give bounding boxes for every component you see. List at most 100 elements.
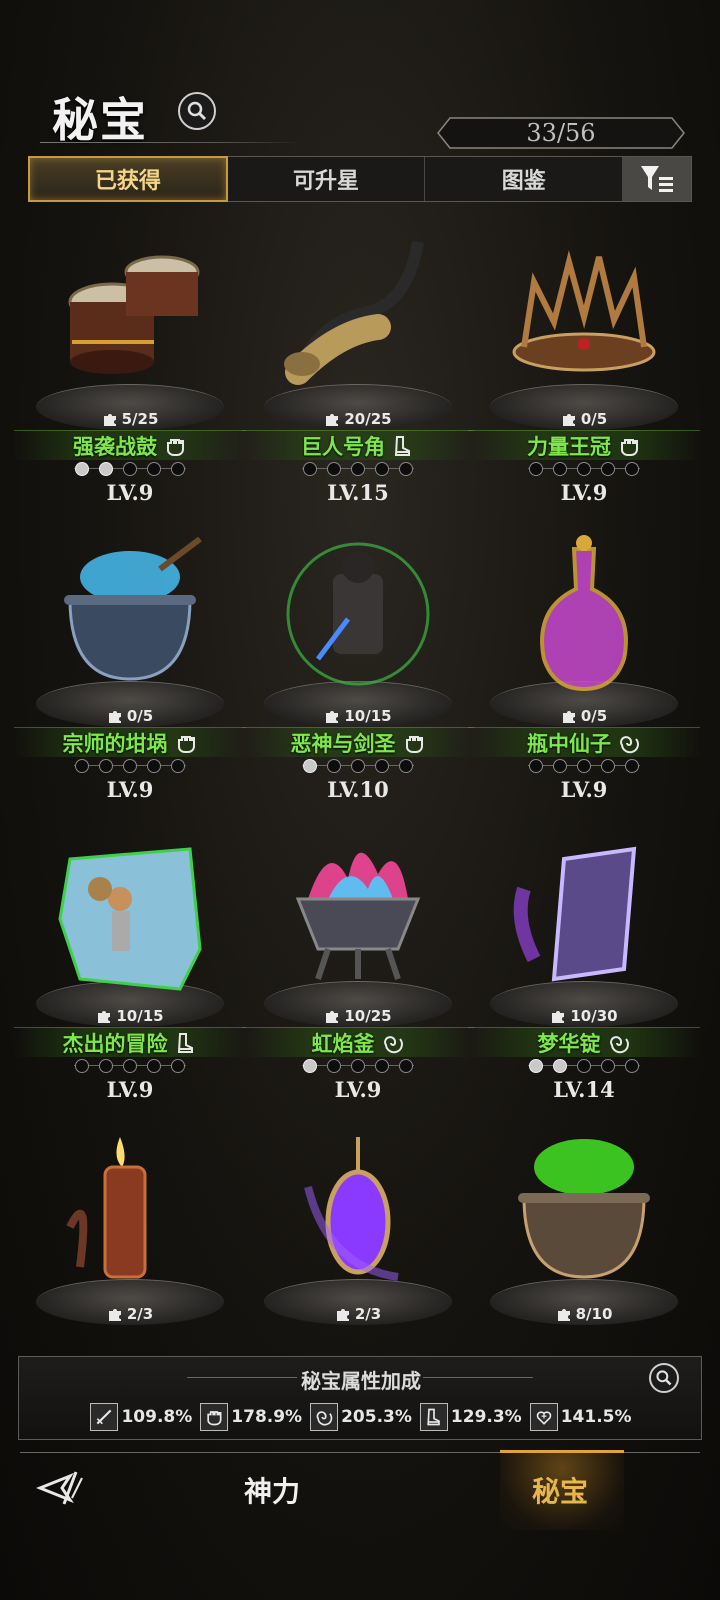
heart-icon <box>529 1403 558 1431</box>
tab-codex[interactable]: 图鉴 <box>425 157 624 201</box>
star-dot <box>625 1059 639 1073</box>
shard-text: 0/5 <box>580 707 608 725</box>
warrior-icon <box>278 529 438 699</box>
treasure-name-row: 力量王冠 <box>468 430 700 460</box>
tab-obtained[interactable]: 已获得 <box>28 156 228 202</box>
treasure-name: 梦华锭 <box>537 1031 601 1056</box>
star-dot <box>123 1059 137 1073</box>
treasure-name-row: 恶神与剑圣 <box>242 727 474 757</box>
nav-power[interactable]: 神力 <box>244 1470 300 1510</box>
back-button[interactable] <box>36 1466 92 1510</box>
bonus-stat: 205.3% <box>310 1403 412 1431</box>
treasure-name: 力量王冠 <box>527 434 611 459</box>
page-title: 秘宝 <box>52 93 148 147</box>
crown-icon <box>504 232 664 402</box>
star-dot <box>351 759 365 773</box>
bonus-stat-value: 109.8% <box>121 1407 193 1427</box>
treasure-name: 强袭战鼓 <box>73 434 157 459</box>
puzzle-piece-icon <box>557 1309 570 1321</box>
star-dot <box>351 1059 365 1073</box>
puzzle-piece-icon <box>336 1309 349 1321</box>
bonus-stat: 141.5% <box>529 1403 632 1431</box>
star-progress <box>14 1057 246 1075</box>
shard-count: 2/3 <box>14 1305 246 1323</box>
treasure-level: LV.14 <box>553 1077 615 1102</box>
boot-icon <box>174 1031 198 1055</box>
treasure-card[interactable]: 10/30 梦华锭 LV.14 <box>468 809 700 1109</box>
star-dot <box>327 462 341 476</box>
swirl-icon <box>310 1403 339 1431</box>
shard-count: 10/30 <box>468 1007 700 1025</box>
bonus-title: 秘宝属性加成 <box>301 1369 421 1393</box>
shard-text: 0/5 <box>126 707 154 725</box>
star-dot <box>351 462 365 476</box>
treasure-name-row: 杰出的冒险 <box>14 1027 246 1057</box>
treasure-name: 宗师的坩埚 <box>62 731 168 756</box>
treasure-name: 恶神与剑圣 <box>290 731 396 756</box>
star-dot <box>171 759 185 773</box>
star-dot <box>147 759 161 773</box>
treasure-card[interactable]: 0/5 宗师的坩埚 LV.9 <box>14 509 246 809</box>
shard-text: 0/5 <box>580 410 608 428</box>
shard-count: 10/25 <box>242 1007 474 1025</box>
star-dot <box>327 1059 341 1073</box>
treasure-card[interactable]: 20/25 巨人号角 LV.15 <box>242 212 474 512</box>
filter-button[interactable] <box>623 157 691 201</box>
fist-icon <box>402 731 426 755</box>
bonus-stat-value: 205.3% <box>341 1407 412 1427</box>
header: 秘宝 33/56 <box>0 0 720 150</box>
treasure-card[interactable]: 10/15 杰出的冒险 LV.9 <box>14 809 246 1109</box>
treasure-card[interactable]: 0/5 力量王冠 LV.9 <box>468 212 700 512</box>
search-button[interactable] <box>178 92 216 130</box>
treasure-card[interactable]: 10/25 虹焰釜 LV.9 <box>242 809 474 1109</box>
treasure-name-row: 巨人号角 <box>242 430 474 460</box>
star-dot <box>75 759 89 773</box>
search-icon <box>656 1370 672 1386</box>
bonus-stat: 178.9% <box>200 1403 302 1431</box>
treasure-name-row: 宗师的坩埚 <box>14 727 246 757</box>
fist-icon <box>200 1403 229 1431</box>
ingot-icon <box>504 829 664 999</box>
back-arrow-icon <box>36 1471 83 1505</box>
star-dot <box>529 462 543 476</box>
star-dot <box>399 759 413 773</box>
shard-text: 20/25 <box>344 410 392 428</box>
sword-icon <box>90 1403 119 1431</box>
lantern-icon <box>278 1127 438 1297</box>
star-dot <box>399 1059 413 1073</box>
treasure-card[interactable]: 0/5 瓶中仙子 LV.9 <box>468 509 700 809</box>
shard-text: 8/10 <box>575 1305 613 1323</box>
shard-count: 0/5 <box>468 707 700 725</box>
puzzle-piece-icon <box>326 1011 339 1023</box>
fist-icon <box>174 731 198 755</box>
shard-count: 0/5 <box>468 410 700 428</box>
treasure-level: LV.9 <box>106 1077 154 1102</box>
treasure-name: 虹焰釜 <box>311 1031 375 1056</box>
treasure-level: LV.9 <box>106 480 154 505</box>
shard-text: 2/3 <box>354 1305 382 1323</box>
star-dot <box>147 462 161 476</box>
star-progress <box>14 757 246 775</box>
divider <box>423 1377 533 1378</box>
star-dot <box>99 462 113 476</box>
tab-upgradable[interactable]: 可升星 <box>228 157 426 201</box>
cauldron-blue-icon <box>50 529 210 699</box>
star-dot <box>601 759 615 773</box>
treasure-card[interactable]: 5/25 强袭战鼓 LV.9 <box>14 212 246 512</box>
fist-icon <box>163 434 187 458</box>
star-dot <box>99 759 113 773</box>
treasure-card[interactable]: 10/15 恶神与剑圣 LV.10 <box>242 509 474 809</box>
treasure-name-row: 强袭战鼓 <box>14 430 246 460</box>
star-dot <box>171 1059 185 1073</box>
star-dot <box>625 759 639 773</box>
star-dot <box>553 1059 567 1073</box>
star-dot <box>375 759 389 773</box>
collection-counter: 33/56 <box>436 116 686 150</box>
star-dot <box>625 462 639 476</box>
nav-secret-treasure[interactable]: 秘宝 <box>532 1470 588 1510</box>
star-dot <box>303 462 317 476</box>
star-progress <box>468 1057 700 1075</box>
star-dot <box>601 462 615 476</box>
bonus-detail-button[interactable] <box>649 1363 679 1393</box>
star-dot <box>553 462 567 476</box>
